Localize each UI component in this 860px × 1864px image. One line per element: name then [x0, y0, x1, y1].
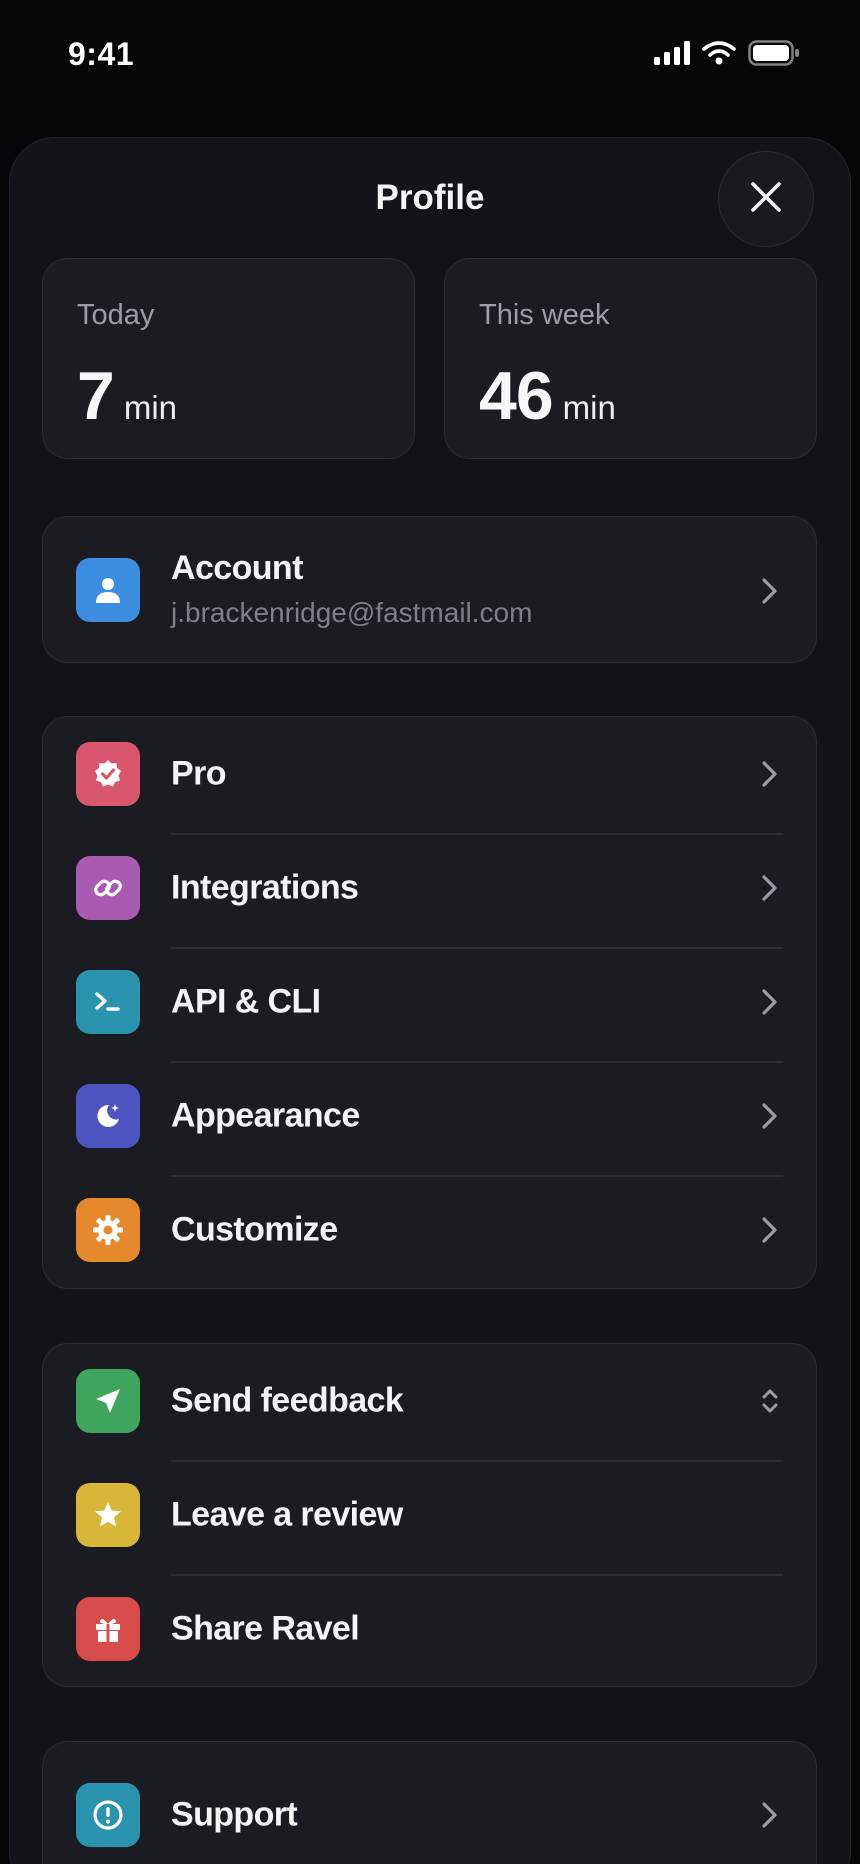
chevron-up-down-icon [760, 1387, 780, 1415]
chevron-right-icon [760, 988, 780, 1016]
stat-value: 46 [479, 358, 554, 434]
link-icon [76, 856, 140, 920]
settings-item-api-cli[interactable]: API & CLI [43, 945, 818, 1059]
gear-icon [76, 1198, 140, 1262]
stat-label: This week [479, 299, 610, 331]
community-item-leave-review[interactable]: Leave a review [43, 1458, 818, 1572]
settings-item-appearance[interactable]: Appearance [43, 1059, 818, 1173]
community-item-label: Send feedback [171, 1381, 404, 1420]
community-item-share-ravel[interactable]: Share Ravel [43, 1572, 818, 1686]
gift-icon [76, 1597, 140, 1661]
community-item-label: Share Ravel [171, 1609, 360, 1648]
terminal-icon [76, 970, 140, 1034]
settings-group: Pro Integrations API & CLI Appearance Cu… [42, 716, 817, 1289]
chevron-right-icon [760, 874, 780, 902]
community-item-send-feedback[interactable]: Send feedback [43, 1344, 818, 1458]
settings-item-pro[interactable]: Pro [43, 717, 818, 831]
stat-label: Today [77, 299, 155, 331]
settings-item-label: API & CLI [171, 982, 321, 1021]
close-icon [750, 181, 782, 218]
settings-item-customize[interactable]: Customize [43, 1173, 818, 1287]
status-bar: 9:41 [0, 0, 860, 110]
star-icon [76, 1483, 140, 1547]
account-label: Account [171, 549, 303, 587]
exclamation-circle-icon [76, 1783, 140, 1847]
chevron-right-icon [760, 1102, 780, 1130]
community-group: Send feedback Leave a review Share Ravel [42, 1343, 817, 1687]
chevron-right-icon [760, 760, 780, 788]
status-icons [654, 40, 800, 71]
stat-unit: min [562, 389, 616, 426]
close-button[interactable] [718, 151, 814, 247]
stat-card-week: This week 46 min [444, 258, 817, 459]
person-icon [76, 558, 140, 622]
settings-item-label: Appearance [171, 1096, 360, 1135]
chevron-right-icon [760, 1801, 780, 1829]
paper-plane-icon [76, 1369, 140, 1433]
community-item-label: Leave a review [171, 1495, 403, 1534]
support-row[interactable]: Support [43, 1758, 818, 1864]
settings-item-integrations[interactable]: Integrations [43, 831, 818, 945]
stat-value: 7 [77, 358, 115, 434]
account-email: j.brackenridge@fastmail.com [171, 597, 533, 628]
chevron-right-icon [760, 577, 780, 605]
stat-unit: min [123, 389, 178, 426]
status-time: 9:41 [68, 36, 135, 72]
stat-card-today: Today 7 min [42, 258, 415, 459]
account-row[interactable]: Account j.brackenridge@fastmail.com [42, 516, 817, 663]
wifi-icon [702, 41, 736, 70]
settings-item-label: Integrations [171, 868, 359, 907]
verified-badge-icon [76, 742, 140, 806]
support-group: Support [42, 1741, 817, 1864]
cellular-signal-icon [654, 41, 690, 70]
moon-icon [76, 1084, 140, 1148]
support-label: Support [171, 1795, 298, 1834]
chevron-right-icon [760, 1216, 780, 1244]
settings-item-label: Customize [171, 1210, 338, 1249]
settings-item-label: Pro [171, 754, 226, 793]
battery-icon [748, 40, 800, 71]
